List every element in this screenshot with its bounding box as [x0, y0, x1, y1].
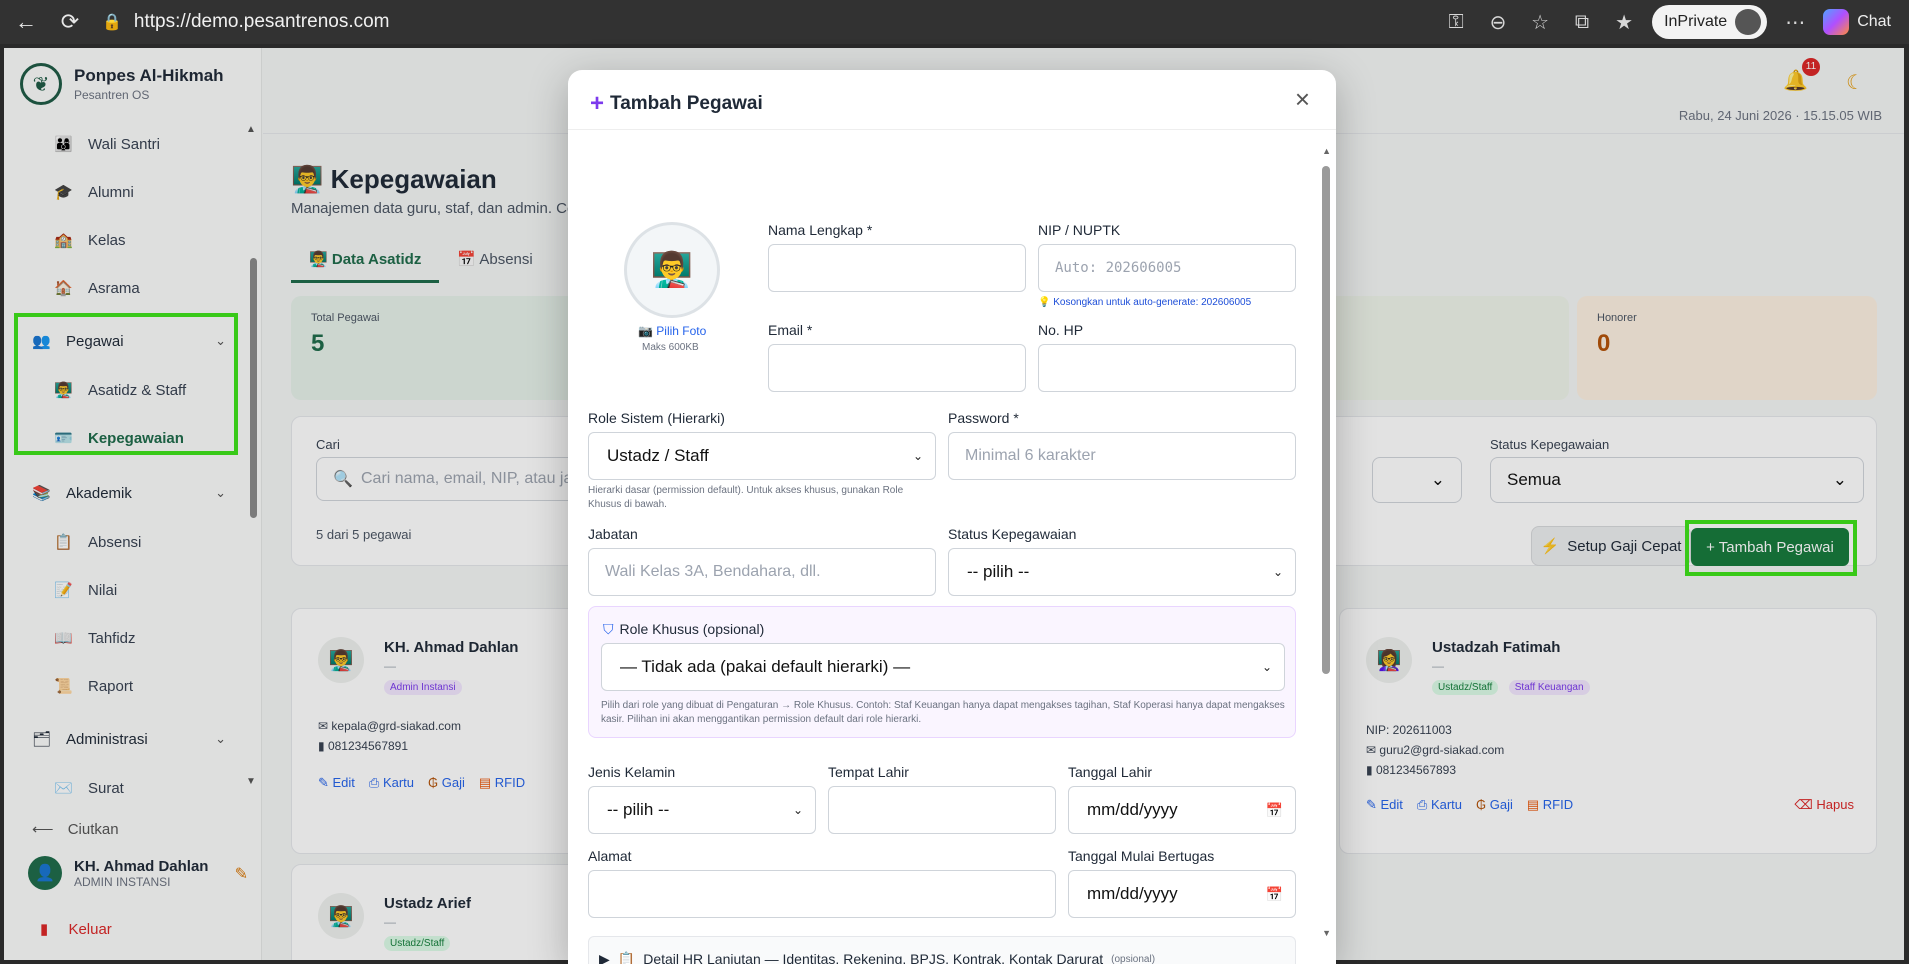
alamat-field[interactable] [588, 870, 1056, 918]
modal-title: + Tambah Pegawai [590, 90, 763, 117]
modal-header: + Tambah Pegawai × [568, 70, 1336, 130]
jk-label: Jenis Kelamin [588, 764, 676, 780]
role-label: Role Sistem (Hierarki) [588, 410, 725, 426]
status-label: Status Kepegawaian [948, 526, 1077, 542]
jk-value: -- pilih -- [607, 800, 670, 819]
jabatan-field[interactable]: Wali Kelas 3A, Bendahara, dll. [588, 548, 936, 596]
modal-scrollbar[interactable] [1322, 166, 1330, 674]
email-label: Email * [768, 322, 813, 338]
role-hint: Hierarki dasar (permission default). Unt… [588, 485, 904, 510]
date-placeholder: mm/dd/yyyy [1087, 884, 1178, 903]
close-icon[interactable]: × [1295, 84, 1310, 115]
nip-hint: 💡 Kosongkan untuk auto-generate: 2026060… [1038, 297, 1252, 308]
status-value: -- pilih -- [967, 562, 1030, 581]
chevron-down-icon: ⌄ [792, 803, 803, 817]
chat-button[interactable]: Chat [1823, 9, 1891, 35]
tempat-label: Tempat Lahir [828, 764, 909, 780]
chevron-down-icon: ⌄ [912, 449, 923, 463]
hp-field[interactable] [1038, 344, 1296, 392]
tanggal-mulai-field[interactable]: mm/dd/yyyy 📅 [1068, 870, 1296, 918]
role-khusus-value: — Tidak ada (pakai default hierarki) — [620, 657, 911, 676]
calendar-icon[interactable]: 📅 [1266, 802, 1283, 819]
inprivate-badge[interactable]: InPrivate [1652, 5, 1768, 39]
extensions-icon[interactable]: ⧉ [1568, 11, 1596, 34]
jenis-kelamin-select[interactable]: -- pilih -- ⌄ [588, 786, 816, 834]
nama-field[interactable] [768, 244, 1026, 292]
calendar-icon[interactable]: 📅 [1266, 886, 1283, 903]
modal-body: 👨‍🏫 📷 Pilih Foto Maks 600KB Nama Lengkap… [568, 130, 1318, 964]
email-field[interactable] [768, 344, 1026, 392]
nama-label: Nama Lengkap * [768, 222, 873, 238]
role-khusus-hint: Pilih dari role yang dibuat di Pengatura… [601, 700, 1285, 725]
role-khusus-select[interactable]: — Tidak ada (pakai default hierarki) — ⌄ [601, 643, 1285, 691]
photo-max-size: Maks 600KB [642, 342, 699, 353]
choose-photo-link[interactable]: 📷 Pilih Foto [638, 324, 706, 338]
inprivate-label: InPrivate [1664, 13, 1728, 30]
password-field[interactable]: Minimal 6 karakter [948, 432, 1296, 480]
photo-preview: 👨‍🏫 [624, 222, 720, 318]
back-icon[interactable]: ← [8, 4, 44, 40]
reload-icon[interactable]: ⟳ [52, 4, 88, 40]
zoom-icon[interactable]: ⊖ [1484, 10, 1512, 35]
browser-toolbar: ← ⟳ 🔒 https://demo.pesantrenos.com ⚿ ⊖ ☆… [0, 0, 1909, 44]
clipboard-icon: 📋 [617, 950, 636, 964]
key-icon[interactable]: ⚿ [1442, 11, 1470, 34]
tgl-mulai-label: Tanggal Mulai Bertugas [1068, 848, 1215, 864]
profile-avatar [1735, 9, 1762, 35]
date-placeholder: mm/dd/yyyy [1087, 800, 1178, 819]
detail-hr-toggle[interactable]: ▶ 📋 Detail HR Lanjutan — Identitas, Reke… [588, 936, 1296, 964]
copilot-icon [1823, 9, 1850, 35]
tgl-lahir-label: Tanggal Lahir [1068, 764, 1153, 780]
role-value: Ustadz / Staff [607, 446, 709, 465]
tanggal-lahir-field[interactable]: mm/dd/yyyy 📅 [1068, 786, 1296, 834]
chevron-down-icon: ⌄ [1261, 660, 1272, 674]
favorites-icon[interactable]: ★ [1610, 10, 1638, 35]
optional-tag: (opsional) [1111, 953, 1156, 964]
password-label: Password * [948, 410, 1019, 426]
role-khusus-box: ⛉ Role Khusus (opsional) — Tidak ada (pak… [588, 606, 1296, 738]
role-khusus-title: ⛉ Role Khusus (opsional) [603, 621, 765, 637]
tempat-lahir-field[interactable] [828, 786, 1056, 834]
more-icon[interactable]: ⋯ [1781, 10, 1809, 35]
nip-field[interactable]: Auto: 202606005 [1038, 244, 1296, 292]
address-bar[interactable]: 🔒 https://demo.pesantrenos.com [102, 6, 390, 38]
scroll-up-arrow[interactable]: ▲ [1322, 146, 1331, 156]
site-info-icon[interactable]: 🔒 [102, 12, 122, 32]
chevron-down-icon: ⌄ [1272, 565, 1283, 579]
triangle-right-icon: ▶ [599, 950, 610, 964]
shield-icon: ⛉ [603, 621, 614, 637]
add-employee-modal: + Tambah Pegawai × ▲ ▼ 👨‍🏫 📷 Pilih Foto M… [568, 70, 1336, 964]
hp-label: No. HP [1038, 322, 1084, 338]
status-select[interactable]: -- pilih -- ⌄ [948, 548, 1296, 596]
nip-label: NIP / NUPTK [1038, 222, 1121, 238]
url-text: https://demo.pesantrenos.com [133, 11, 390, 32]
detail-hr-label: Detail HR Lanjutan — Identitas, Rekening… [643, 951, 1104, 964]
role-select[interactable]: Ustadz / Staff ⌄ [588, 432, 936, 480]
lightbulb-icon: 💡 [1038, 297, 1051, 308]
favorite-star-icon[interactable]: ☆ [1526, 10, 1554, 35]
jabatan-label: Jabatan [588, 526, 638, 542]
chat-label: Chat [1857, 13, 1891, 30]
plus-icon: + [590, 90, 605, 117]
alamat-label: Alamat [588, 848, 632, 864]
scroll-down-arrow[interactable]: ▼ [1322, 928, 1331, 938]
